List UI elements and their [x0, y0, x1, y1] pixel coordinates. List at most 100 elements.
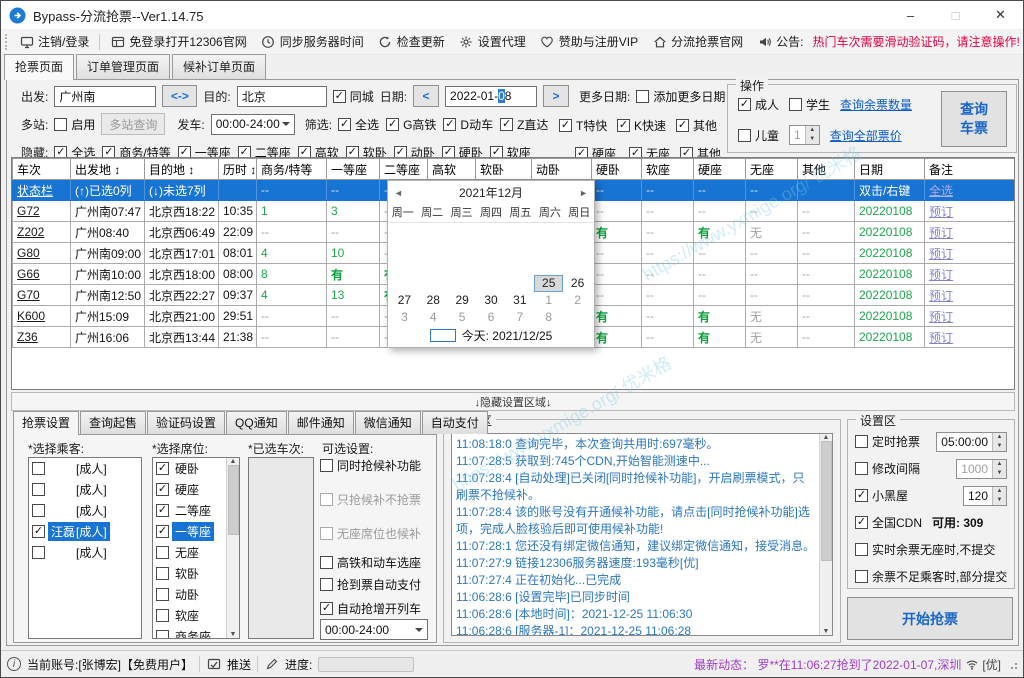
tab-微信通知[interactable]: 微信通知	[355, 411, 421, 434]
checkbox-只抢候补不抢票[interactable]: 只抢候补不抢票	[320, 491, 436, 508]
checkbox-blank[interactable]: ✓	[156, 504, 169, 517]
setting-stepper-修改间隔[interactable]: 1000▲▼	[956, 459, 1007, 479]
tab-候补订单页面[interactable]: 候补订单页面	[172, 54, 266, 79]
passenger-item[interactable]: [成人]	[29, 542, 141, 563]
next-date-button[interactable]: >	[543, 85, 569, 107]
toolbar-notice[interactable]: 公告:	[750, 30, 810, 54]
train-link[interactable]: G80	[13, 243, 71, 264]
checkbox-blank[interactable]: ✓	[156, 483, 169, 496]
minimize-button[interactable]: –	[888, 1, 933, 29]
checkbox-D动车[interactable]: ✓D动车	[443, 116, 493, 133]
seat-item[interactable]: 动卧	[153, 584, 226, 605]
calendar-prev-icon[interactable]: ◄	[394, 188, 403, 198]
book-link[interactable]: 预订	[925, 264, 1015, 285]
calendar-day[interactable]: 8	[534, 309, 563, 326]
query-tickets-button[interactable]: 查询 车票	[941, 91, 1007, 147]
to-input[interactable]: 北京	[237, 86, 327, 107]
checkbox-无座席位也候补[interactable]: 无座席位也候补	[320, 525, 436, 542]
checkbox-抢到票自动支付[interactable]: 抢到票自动支付	[320, 576, 436, 593]
column-header-无座[interactable]: 无座	[746, 159, 798, 180]
train-link[interactable]: Z202	[13, 222, 71, 243]
calendar-day[interactable]: 3	[390, 309, 419, 326]
passenger-item[interactable]: ✓汪磊[成人]	[29, 521, 141, 542]
resize-grip[interactable]	[1007, 659, 1017, 669]
calendar-day[interactable]: 29	[448, 292, 477, 309]
checkbox-儿童[interactable]: 儿童	[738, 127, 779, 144]
column-header-出发地[interactable]: 出发地 ↕	[71, 159, 145, 180]
calendar-day[interactable]: 2	[563, 292, 592, 309]
prev-date-button[interactable]: <	[413, 85, 439, 107]
train-link[interactable]: G72	[13, 201, 71, 222]
checkbox-blank[interactable]	[156, 567, 169, 580]
child-count-stepper[interactable]: 1▲▼	[789, 125, 820, 145]
checkbox-Z直达[interactable]: ✓Z直达	[500, 116, 548, 133]
column-header-日期[interactable]: 日期	[855, 159, 925, 180]
checkbox-小黑屋[interactable]: ✓小黑屋	[855, 487, 908, 504]
book-link[interactable]: 预订	[925, 243, 1015, 264]
column-header-高软[interactable]: 高软	[428, 159, 476, 180]
setting-stepper-小黑屋[interactable]: 120▲▼	[963, 486, 1007, 506]
scrollbar-thumb[interactable]	[228, 465, 239, 535]
calendar-day[interactable]: 6	[477, 309, 506, 326]
multi-station-query-button[interactable]: 多站查询	[101, 113, 165, 135]
seat-list[interactable]: ✓硬卧✓硬座✓二等座✓一等座无座软卧动卧软座商务座特等座 ▲▼	[152, 457, 240, 639]
tab-自动支付[interactable]: 自动支付	[422, 411, 488, 434]
stepper-arrows-icon[interactable]: ▲▼	[992, 460, 1006, 478]
stepper-arrows-icon[interactable]: ▲▼	[992, 433, 1006, 451]
train-link[interactable]: Z36	[13, 327, 71, 348]
seat-item[interactable]: ✓硬卧	[153, 458, 226, 479]
checkbox-blank[interactable]	[156, 609, 169, 622]
checkbox-高铁和动车选座[interactable]: 高铁和动车选座	[320, 554, 436, 571]
tab-邮件通知[interactable]: 邮件通知	[288, 411, 354, 434]
book-link[interactable]: 预订	[925, 327, 1015, 348]
seat-item[interactable]: ✓一等座	[153, 521, 226, 542]
column-header-软卧[interactable]: 软卧	[476, 159, 532, 180]
checkbox-全国CDN[interactable]: ✓全国CDN	[855, 514, 922, 531]
column-header-备注[interactable]: 备注	[925, 159, 1015, 180]
start-grab-button[interactable]: 开始抢票	[847, 597, 1013, 640]
calendar-day[interactable]: 7	[505, 309, 534, 326]
tab-验证码设置[interactable]: 验证码设置	[147, 411, 225, 434]
column-header-目的地[interactable]: 目的地 ↕	[145, 159, 219, 180]
today-label[interactable]: 今天: 2021/12/25	[462, 327, 553, 344]
scroll-up-icon[interactable]: ▲	[823, 434, 830, 441]
train-link[interactable]: G70	[13, 285, 71, 306]
grab-time-range-select[interactable]: 00:00-24:00	[320, 619, 428, 640]
column-header-一等座[interactable]: 一等座	[327, 159, 380, 180]
toolbar-logout-login[interactable]: 注销/登录	[12, 30, 96, 54]
stepper-arrows-icon[interactable]: ▲▼	[805, 126, 819, 144]
checkbox-blank[interactable]	[32, 483, 45, 496]
toolbar-sponsor-vip[interactable]: 赞助与注册VIP	[533, 30, 645, 54]
book-link[interactable]: 预订	[925, 222, 1015, 243]
seat-item[interactable]: 无座	[153, 542, 226, 563]
checkbox-blank[interactable]	[156, 588, 169, 601]
calendar-day[interactable]: 30	[477, 292, 506, 309]
checkbox-blank[interactable]	[32, 504, 45, 517]
toolbar-set-proxy[interactable]: 设置代理	[452, 30, 533, 54]
column-header-二等座[interactable]: 二等座	[380, 159, 428, 180]
train-link[interactable]: 状态栏	[13, 180, 71, 201]
checkbox-blank[interactable]: ✓	[32, 525, 45, 538]
checkbox-同时抢候补功能[interactable]: 同时抢候补功能	[320, 457, 436, 474]
checkbox-全选[interactable]: ✓全选	[338, 116, 379, 133]
passenger-item[interactable]: [成人]	[29, 500, 141, 521]
column-header-车次[interactable]: 车次	[13, 159, 71, 180]
checkbox-添加更多日期[interactable]: 添加更多日期	[636, 88, 725, 105]
checkbox-修改间隔[interactable]: 修改间隔	[855, 460, 920, 477]
tab-抢票页面[interactable]: 抢票页面	[4, 54, 74, 80]
checkbox-成人[interactable]: ✓成人	[738, 96, 779, 113]
checkbox-blank[interactable]	[156, 630, 169, 639]
column-header-硬卧[interactable]: 硬卧	[592, 159, 642, 180]
scroll-down-icon[interactable]: ▼	[230, 631, 237, 638]
passenger-item[interactable]: [成人]	[29, 458, 141, 479]
seat-list-scrollbar[interactable]: ▲▼	[226, 458, 239, 638]
calendar-day[interactable]: 26	[563, 275, 592, 292]
maximize-button[interactable]: □	[933, 1, 978, 29]
push-label[interactable]: 推送	[227, 656, 251, 673]
scroll-down-icon[interactable]: ▼	[823, 628, 830, 635]
checkbox-K快速[interactable]: ✓K快速	[617, 117, 666, 134]
setting-stepper-定时抢票[interactable]: 05:00:00▲▼	[936, 432, 1007, 452]
column-header-历时[interactable]: 历时 ↕	[219, 159, 257, 180]
calendar-day[interactable]: 28	[419, 292, 448, 309]
seat-item[interactable]: 软座	[153, 605, 226, 626]
